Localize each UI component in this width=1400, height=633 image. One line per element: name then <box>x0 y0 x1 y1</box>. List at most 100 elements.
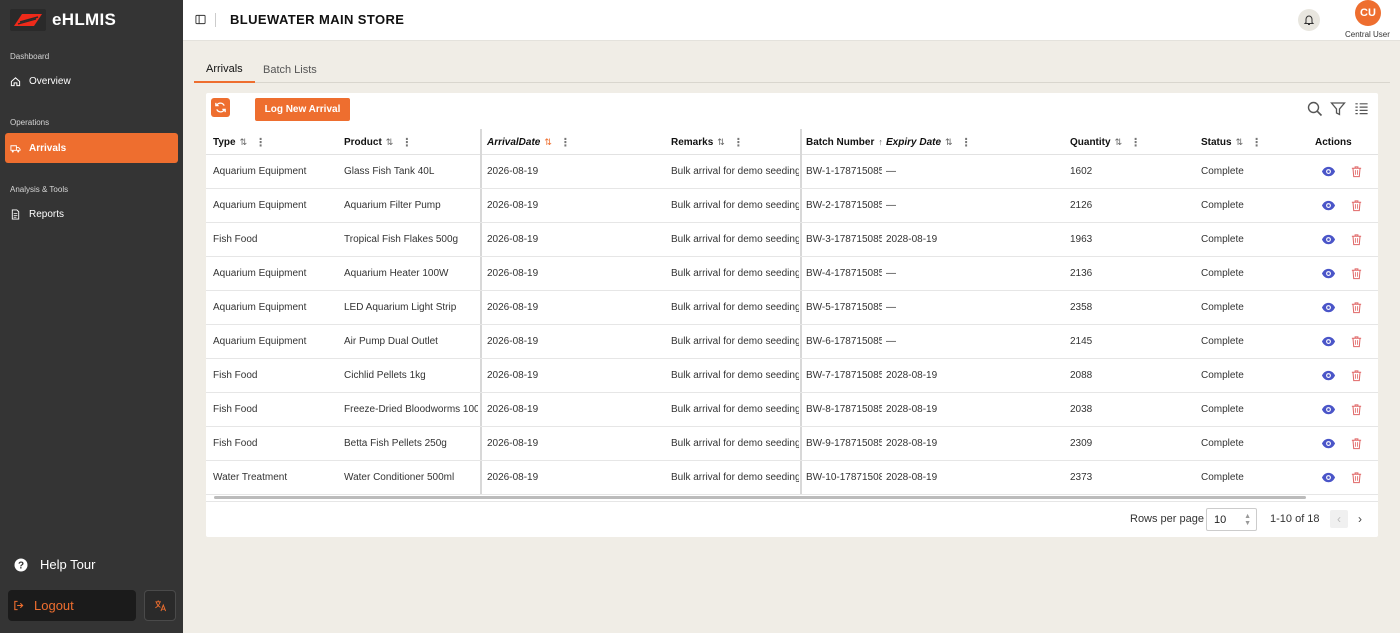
column-menu-icon[interactable]: ⋮ <box>1251 136 1262 149</box>
delete-icon[interactable] <box>1350 199 1363 212</box>
sort-icon[interactable]: ↑ <box>878 137 883 147</box>
sort-icon[interactable]: ⇅ <box>544 137 552 148</box>
table-row[interactable]: Aquarium Equipment Aquarium Filter Pump 20… <box>206 189 1378 223</box>
sidebar-item-overview[interactable]: Overview <box>5 66 178 96</box>
previous-page-button[interactable]: ‹ <box>1330 510 1348 528</box>
help-icon: ? <box>14 558 28 571</box>
sort-icon[interactable]: ⇅ <box>1115 137 1123 148</box>
cell-arrival-date: 2026-08-19 <box>487 370 539 381</box>
column-header-product[interactable]: Product ⇅ ⋮ <box>344 129 412 155</box>
cell-arrival-date: 2026-08-19 <box>487 472 539 483</box>
sidebar-item-reports[interactable]: Reports <box>5 199 178 229</box>
column-header-remarks[interactable]: Remarks ⇅ ⋮ <box>671 129 744 155</box>
columns-icon[interactable] <box>1354 101 1369 116</box>
column-header-quantity[interactable]: Quantity ⇅ ⋮ <box>1070 129 1141 155</box>
column-menu-icon[interactable]: ⋮ <box>255 136 266 149</box>
sort-icon[interactable]: ⇅ <box>1236 137 1244 148</box>
cell-remarks: Bulk arrival for demo seeding <box>671 370 799 381</box>
table-row[interactable]: Water Treatment Water Conditioner 500ml 20… <box>206 461 1378 495</box>
cell-product: Glass Fish Tank 40L <box>344 166 435 177</box>
sort-icon[interactable]: ⇅ <box>945 137 953 148</box>
delete-icon[interactable] <box>1350 471 1363 484</box>
cell-remarks: Bulk arrival for demo seeding <box>671 336 799 347</box>
tab-bar: Arrivals Batch Lists <box>194 56 1390 83</box>
filter-icon[interactable] <box>1330 101 1346 117</box>
cell-type: Fish Food <box>213 370 258 381</box>
delete-icon[interactable] <box>1350 267 1363 280</box>
rows-per-page-select[interactable]: 10 ▲ ▼ <box>1206 508 1257 531</box>
cell-status: Complete <box>1201 200 1244 211</box>
sort-icon[interactable]: ⇅ <box>240 137 248 148</box>
delete-icon[interactable] <box>1350 165 1363 178</box>
column-header-type[interactable]: Type ⇅ ⋮ <box>213 129 266 155</box>
delete-icon[interactable] <box>1350 233 1363 246</box>
nav-section-dashboard: Dashboard <box>10 52 50 61</box>
column-menu-icon[interactable]: ⋮ <box>961 136 972 149</box>
delete-icon[interactable] <box>1350 335 1363 348</box>
home-icon <box>10 76 21 86</box>
row-actions <box>1321 325 1376 358</box>
table-row[interactable]: Fish Food Betta Fish Pellets 250g 2026-08-… <box>206 427 1378 461</box>
view-icon[interactable] <box>1321 334 1336 349</box>
tab-batch-lists[interactable]: Batch Lists <box>251 56 329 83</box>
view-icon[interactable] <box>1321 300 1336 315</box>
logout-label: Logout <box>34 598 74 613</box>
next-page-button[interactable]: › <box>1351 510 1369 528</box>
help-tour-button[interactable]: ? Help Tour <box>14 557 95 572</box>
cell-arrival-date: 2026-08-19 <box>487 234 539 245</box>
table-row[interactable]: Aquarium Equipment Aquarium Heater 100W 20… <box>206 257 1378 291</box>
sidebar-toggle-icon[interactable] <box>195 14 206 25</box>
brand: eHLMIS <box>10 8 116 32</box>
refresh-button[interactable] <box>211 98 230 117</box>
horizontal-scrollbar[interactable] <box>214 496 1306 499</box>
column-header-expiry-date[interactable]: Expiry Date ⇅ ⋮ <box>886 129 972 155</box>
view-icon[interactable] <box>1321 266 1336 281</box>
column-header-arrival-date[interactable]: ArrivalDate ⇅ ⋮ <box>487 129 571 155</box>
search-icon[interactable] <box>1307 101 1323 117</box>
cell-batch-number: BW-2-1787150855 <box>806 200 882 211</box>
row-actions <box>1321 223 1376 256</box>
sort-icon[interactable]: ⇅ <box>386 137 394 148</box>
row-actions <box>1321 461 1376 494</box>
log-new-arrival-button[interactable]: Log New Arrival <box>255 98 350 121</box>
column-menu-icon[interactable]: ⋮ <box>560 136 571 149</box>
row-actions <box>1321 291 1376 324</box>
language-button[interactable] <box>144 590 176 621</box>
cell-product: Aquarium Filter Pump <box>344 200 441 211</box>
cell-expiry-date: 2028-08-19 <box>886 404 938 415</box>
delete-icon[interactable] <box>1350 369 1363 382</box>
view-icon[interactable] <box>1321 232 1336 247</box>
avatar[interactable]: CU <box>1355 0 1381 26</box>
view-icon[interactable] <box>1321 164 1336 179</box>
delete-icon[interactable] <box>1350 403 1363 416</box>
logout-button[interactable]: Logout <box>8 590 136 621</box>
document-icon <box>11 208 20 220</box>
row-actions <box>1321 257 1376 290</box>
column-header-status[interactable]: Status ⇅ ⋮ <box>1201 129 1262 155</box>
cell-quantity: 2373 <box>1070 472 1093 483</box>
cell-status: Complete <box>1201 302 1244 313</box>
view-icon[interactable] <box>1321 368 1336 383</box>
view-icon[interactable] <box>1321 436 1336 451</box>
sidebar-item-arrivals[interactable]: Arrivals <box>5 133 178 163</box>
sort-icon[interactable]: ⇅ <box>717 137 725 148</box>
column-menu-icon[interactable]: ⋮ <box>1130 136 1141 149</box>
cell-type: Aquarium Equipment <box>213 302 307 313</box>
delete-icon[interactable] <box>1350 301 1363 314</box>
column-header-batch-number[interactable]: Batch Number ↑ <box>806 129 883 155</box>
table-row[interactable]: Fish Food Cichlid Pellets 1kg 2026-08-19 Bu… <box>206 359 1378 393</box>
view-icon[interactable] <box>1321 470 1336 485</box>
table-row[interactable]: Fish Food Freeze-Dried Bloodworms 100g 202… <box>206 393 1378 427</box>
table-row[interactable]: Aquarium Equipment Glass Fish Tank 40L 202… <box>206 155 1378 189</box>
table-row[interactable]: Aquarium Equipment LED Aquarium Light Str… <box>206 291 1378 325</box>
column-menu-icon[interactable]: ⋮ <box>401 136 412 149</box>
delete-icon[interactable] <box>1350 437 1363 450</box>
column-menu-icon[interactable]: ⋮ <box>733 136 744 149</box>
view-icon[interactable] <box>1321 198 1336 213</box>
table-row[interactable]: Aquarium Equipment Air Pump Dual Outlet 20… <box>206 325 1378 359</box>
view-icon[interactable] <box>1321 402 1336 417</box>
cell-expiry-date: 2028-08-19 <box>886 438 938 449</box>
table-row[interactable]: Fish Food Tropical Fish Flakes 500g 2026-0… <box>206 223 1378 257</box>
tab-arrivals[interactable]: Arrivals <box>194 56 255 83</box>
notifications-button[interactable] <box>1298 9 1320 31</box>
